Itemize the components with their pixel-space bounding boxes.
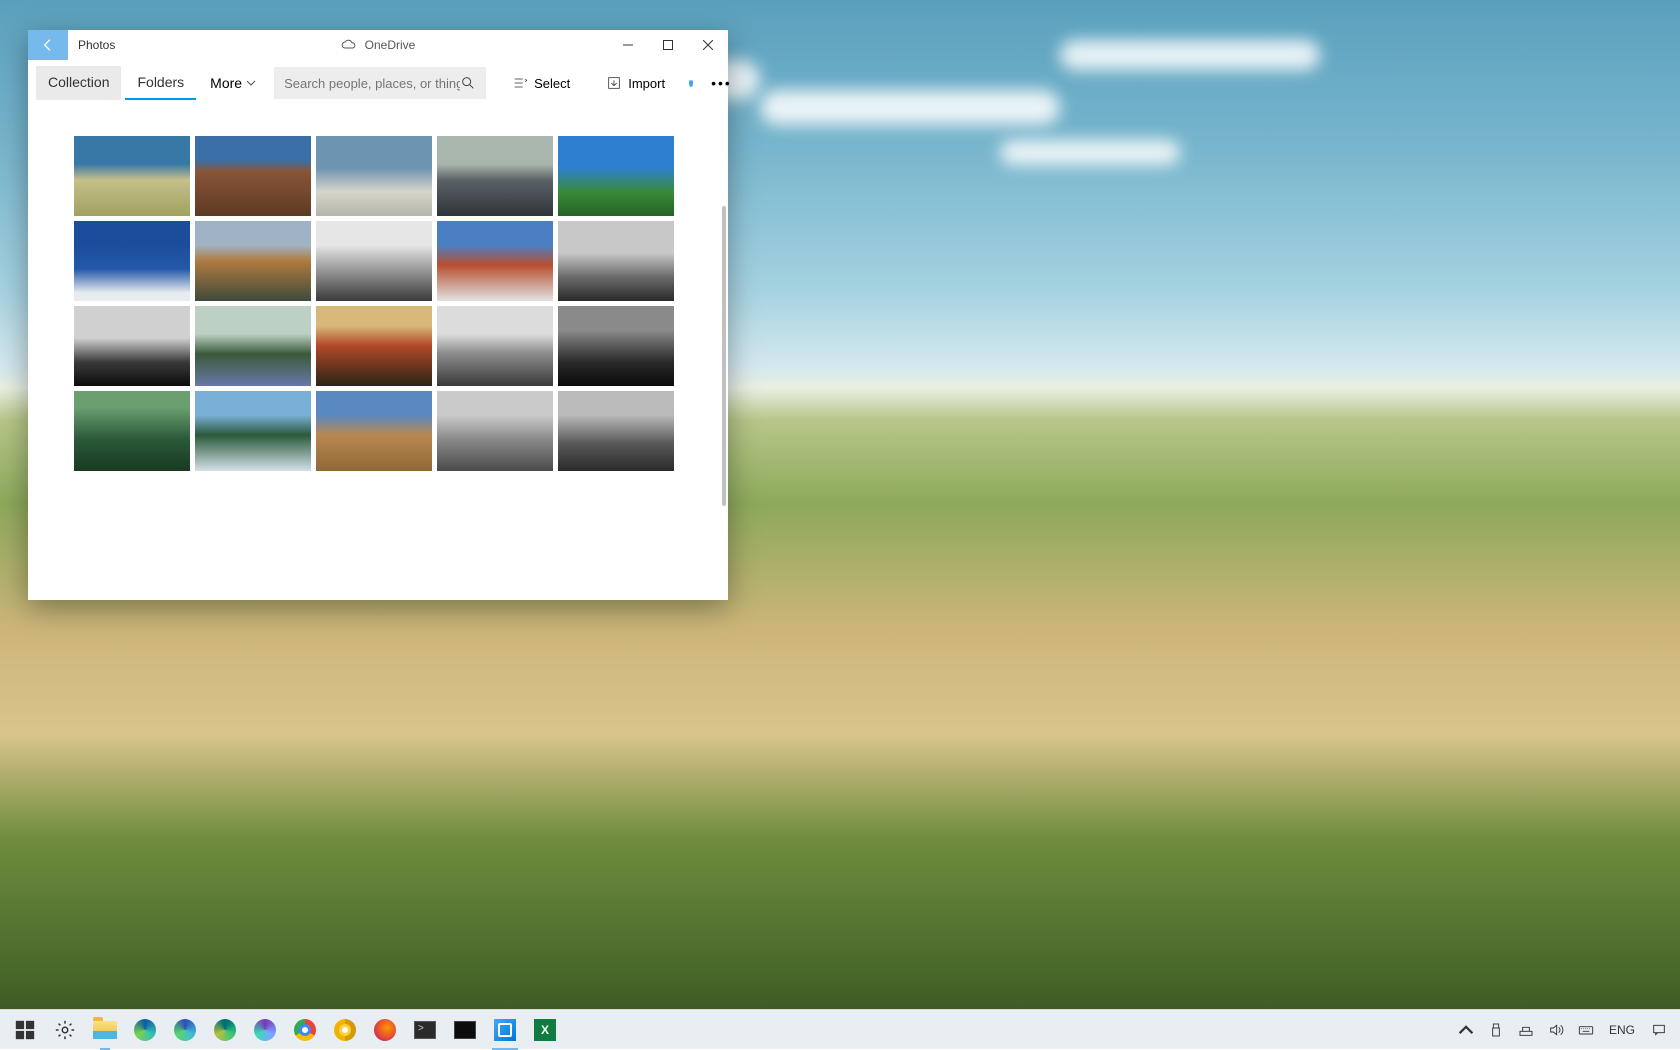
edge-button[interactable] [126,1010,164,1050]
wallpaper-cloud [1060,40,1320,70]
photos-icon [494,1019,516,1041]
sync-indicator [689,79,693,87]
excel-icon: X [534,1019,556,1041]
settings-button[interactable] [46,1010,84,1050]
tab-more-label: More [210,75,242,91]
onedrive-status[interactable]: OneDrive [341,38,416,52]
photo-thumbnail[interactable] [558,136,674,216]
photo-thumbnail[interactable] [195,136,311,216]
chrome-icon [294,1019,316,1041]
search-input[interactable] [284,76,460,91]
photo-thumbnail[interactable] [195,306,311,386]
cloud-icon [341,39,359,51]
photos-window: Photos OneDrive Collection Folders More … [28,30,728,600]
edge-dev-icon [214,1019,236,1041]
gear-icon [54,1019,76,1041]
photo-thumbnail[interactable] [558,391,674,471]
wallpaper-cloud [760,90,1060,125]
edge-beta-button[interactable] [166,1010,204,1050]
taskbar-left: X [6,1010,564,1050]
photo-grid [74,136,728,471]
photo-thumbnail[interactable] [195,391,311,471]
keyboard-icon [1578,1022,1594,1038]
chevron-down-icon [246,78,256,88]
window-controls [608,30,728,60]
keyboard-tray-icon[interactable] [1572,1010,1600,1050]
start-button[interactable] [6,1010,44,1050]
onedrive-label: OneDrive [365,38,416,52]
chrome-canary-button[interactable] [326,1010,364,1050]
chrome-canary-icon [334,1019,356,1041]
firefox-icon [374,1019,396,1041]
network-tray-icon[interactable] [1512,1010,1540,1050]
speaker-icon [1548,1022,1564,1038]
arrow-left-icon [40,37,56,53]
language-indicator[interactable]: ENG [1602,1010,1642,1050]
more-options-button[interactable]: ••• [697,69,746,97]
edge-canary-icon [254,1019,276,1041]
search-box[interactable] [274,67,486,99]
import-button[interactable]: Import [596,69,675,97]
photo-thumbnail[interactable] [558,306,674,386]
edge-icon [134,1019,156,1041]
chrome-button[interactable] [286,1010,324,1050]
gallery-area [28,106,728,600]
photo-thumbnail[interactable] [316,391,432,471]
terminal-icon [414,1021,436,1039]
tab-more[interactable]: More [200,67,266,99]
minimize-button[interactable] [608,30,648,60]
chevron-up-icon [1458,1022,1474,1038]
photo-thumbnail[interactable] [74,136,190,216]
excel-button[interactable]: X [526,1010,564,1050]
cmd-button[interactable] [446,1010,484,1050]
photo-thumbnail[interactable] [558,221,674,301]
terminal-button[interactable] [406,1010,444,1050]
select-button[interactable]: Select [502,69,580,97]
cmd-icon [454,1021,476,1039]
photo-thumbnail[interactable] [316,136,432,216]
firefox-button[interactable] [366,1010,404,1050]
back-button[interactable] [28,30,68,60]
file-explorer-button[interactable] [86,1010,124,1050]
network-icon [1518,1022,1534,1038]
edge-dev-button[interactable] [206,1010,244,1050]
edge-canary-button[interactable] [246,1010,284,1050]
photo-thumbnail[interactable] [437,391,553,471]
photo-thumbnail[interactable] [437,306,553,386]
photo-thumbnail[interactable] [74,391,190,471]
usb-icon [1488,1022,1504,1038]
search-icon [460,75,476,91]
toolbar: Collection Folders More Select Import ••… [28,60,728,106]
system-tray: ENG [1452,1010,1674,1050]
import-icon [606,75,622,91]
maximize-button[interactable] [648,30,688,60]
photo-thumbnail[interactable] [437,221,553,301]
usb-tray-icon[interactable] [1482,1010,1510,1050]
photo-thumbnail[interactable] [437,136,553,216]
tab-folders[interactable]: Folders [125,66,196,100]
photo-thumbnail[interactable] [74,221,190,301]
tray-overflow-button[interactable] [1452,1010,1480,1050]
taskbar: X ENG [0,1009,1680,1049]
notification-icon [1651,1022,1667,1038]
action-center-button[interactable] [1644,1010,1674,1050]
select-label: Select [534,76,570,91]
close-button[interactable] [688,30,728,60]
import-label: Import [628,76,665,91]
photo-thumbnail[interactable] [316,221,432,301]
photo-thumbnail[interactable] [316,306,432,386]
photos-taskbar-button[interactable] [486,1010,524,1050]
edge-beta-icon [174,1019,196,1041]
photo-thumbnail[interactable] [74,306,190,386]
titlebar[interactable]: Photos OneDrive [28,30,728,60]
photo-thumbnail[interactable] [195,221,311,301]
select-icon [512,75,528,91]
windows-icon [14,1019,36,1041]
folder-icon [93,1021,117,1039]
scrollbar[interactable] [722,206,726,506]
app-title: Photos [68,38,115,52]
tab-collection[interactable]: Collection [36,66,121,100]
wallpaper-cloud [1000,140,1180,165]
volume-tray-icon[interactable] [1542,1010,1570,1050]
